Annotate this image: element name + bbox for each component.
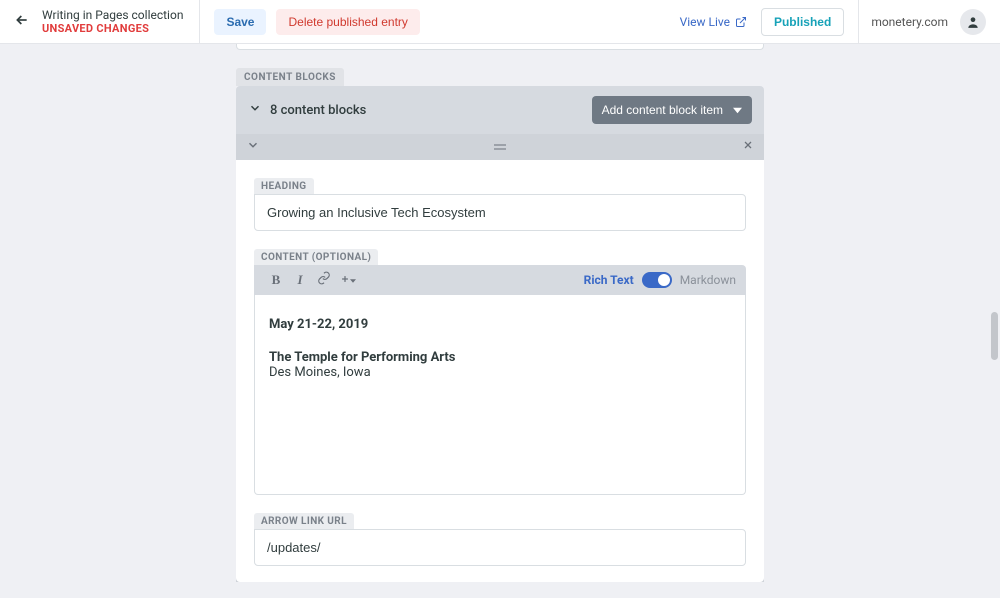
more-formatting-button[interactable] [336,273,360,288]
heading-input[interactable] [254,194,746,231]
chevron-down-icon [246,138,260,152]
content-line-date: May 21-22, 2019 [269,317,731,332]
caret-down-icon [350,278,356,284]
collapse-block-button[interactable] [246,138,260,156]
chevron-down-icon [248,101,262,115]
content-blocks-label: CONTENT BLOCKS [236,68,344,86]
view-live-label: View Live [680,15,730,29]
content-block-item: HEADING CONTENT (OPTIONAL) B I [236,134,764,582]
divider [858,0,859,43]
save-button[interactable]: Save [214,9,266,35]
block-drag-row [236,134,764,160]
collection-title: Writing in Pages collection [42,8,183,22]
close-icon [742,139,754,151]
markdown-mode-label[interactable]: Markdown [680,273,736,287]
arrow-link-label: ARROW LINK URL [254,513,354,529]
page-meta: Writing in Pages collection UNSAVED CHAN… [42,0,200,43]
unsaved-changes-label: UNSAVED CHANGES [42,22,183,35]
collapse-blocks-button[interactable] [248,101,262,119]
editor-toolbar: B I Rich Text Markdown [254,265,746,295]
caret-down-icon [733,106,742,115]
view-live-link[interactable]: View Live [680,15,747,29]
plus-icon [340,274,350,284]
content-blocks-count: 8 content blocks [270,103,366,118]
remove-block-button[interactable] [742,139,754,155]
content-line-city: Des Moines, Iowa [269,365,731,380]
add-content-block-label: Add content block item [602,103,723,117]
back-button[interactable] [10,12,34,32]
external-link-icon [735,16,747,28]
scrollbar-thumb[interactable] [991,312,998,360]
workflow-status-button[interactable]: Published [761,8,844,36]
content-line-venue: The Temple for Performing Arts [269,350,731,365]
delete-entry-button[interactable]: Delete published entry [276,9,419,35]
heading-label: HEADING [254,178,314,194]
editor-mode-toggle[interactable] [642,272,672,288]
user-icon [966,15,980,29]
arrow-link-input[interactable] [254,529,746,566]
link-button[interactable] [312,271,336,289]
richtext-mode-label[interactable]: Rich Text [584,273,634,287]
site-name: monetery.com [871,15,948,29]
italic-button[interactable]: I [288,272,312,288]
content-label: CONTENT (OPTIONAL) [254,249,378,265]
avatar[interactable] [960,9,986,35]
grip-icon [493,143,507,151]
content-editor[interactable]: May 21-22, 2019 The Temple for Performin… [254,295,746,495]
add-content-block-button[interactable]: Add content block item [592,96,752,124]
drag-handle[interactable] [493,140,507,154]
bold-button[interactable]: B [264,272,288,288]
content-blocks-header: 8 content blocks Add content block item [236,86,764,134]
previous-field-edge [236,44,764,50]
link-icon [317,271,331,285]
top-toolbar: Writing in Pages collection UNSAVED CHAN… [0,0,1000,44]
